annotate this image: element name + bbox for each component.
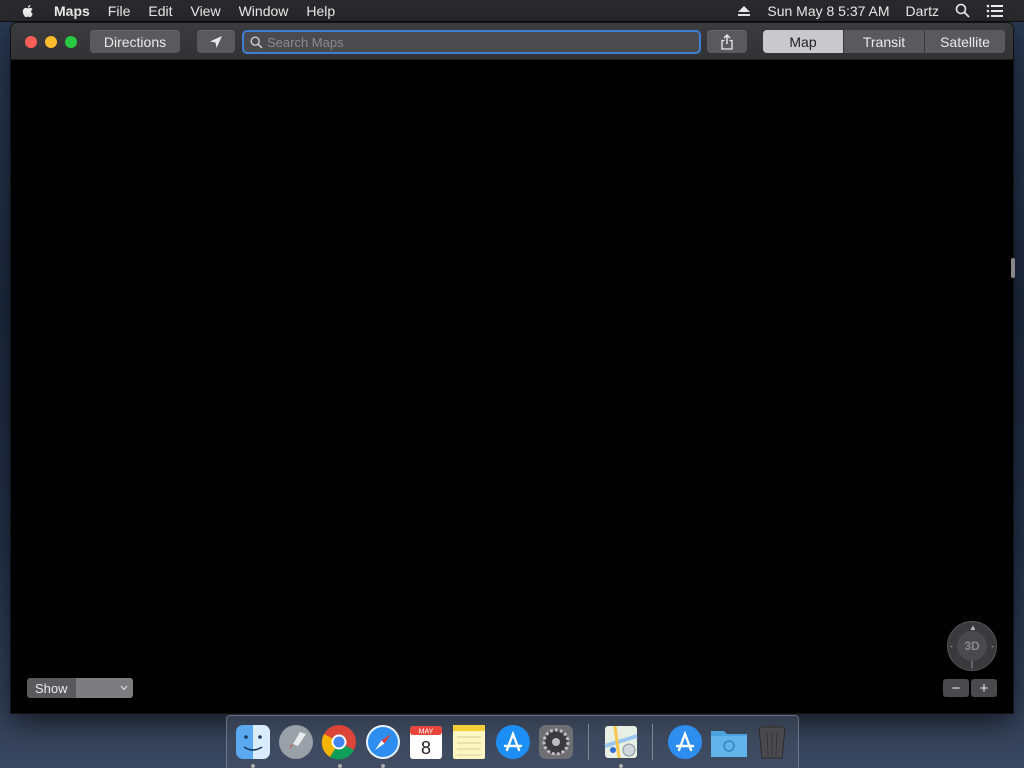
- location-arrow-icon: [210, 35, 222, 48]
- folder-icon: [710, 731, 747, 757]
- map-canvas[interactable]: Show ▲ | - - 3D − +: [11, 61, 1013, 713]
- dock-chrome[interactable]: [320, 722, 359, 768]
- menu-view[interactable]: View: [190, 3, 220, 19]
- running-indicator: [337, 764, 342, 768]
- search-icon: [250, 35, 263, 49]
- menu-edit[interactable]: Edit: [148, 3, 172, 19]
- dock-trash[interactable]: [753, 722, 792, 762]
- dock: MAY 8: [226, 715, 799, 768]
- search-field[interactable]: [242, 30, 701, 54]
- spotlight-search-icon[interactable]: [955, 3, 970, 18]
- running-indicator: [251, 764, 255, 768]
- show-label: Show: [27, 678, 76, 698]
- map-type-segmented-control: Map Transit Satellite: [763, 30, 1005, 53]
- map-type-map[interactable]: Map: [763, 30, 843, 53]
- show-control[interactable]: Show: [27, 678, 133, 698]
- compass-south-tick: |: [971, 660, 974, 669]
- close-window-button[interactable]: [25, 36, 37, 48]
- running-indicator: [381, 764, 386, 768]
- menu-app-maps[interactable]: Maps: [54, 3, 90, 19]
- maps-icon: [603, 725, 638, 759]
- finder-icon: [235, 725, 270, 759]
- app-store-download-icon: [667, 725, 702, 759]
- zoom-out-button[interactable]: −: [943, 679, 969, 697]
- compass-north-icon: ▲: [969, 623, 977, 632]
- minimize-window-button[interactable]: [45, 36, 57, 48]
- zoom-window-button[interactable]: [65, 36, 77, 48]
- window-toolbar: Directions Map Transit Satellite: [11, 23, 1013, 60]
- search-input[interactable]: [267, 34, 699, 50]
- menu-window[interactable]: Window: [239, 3, 289, 19]
- map-type-satellite[interactable]: Satellite: [924, 30, 1005, 53]
- trash-icon: [758, 725, 786, 759]
- window-resize-handle[interactable]: [1011, 258, 1015, 278]
- map-type-transit[interactable]: Transit: [843, 30, 924, 53]
- maps-window: Directions Map Transit Satellite: [11, 23, 1013, 713]
- notes-icon: [453, 725, 486, 759]
- dock-launchpad[interactable]: [276, 722, 315, 762]
- dock-system-preferences[interactable]: [537, 722, 576, 762]
- menu-file[interactable]: File: [108, 3, 131, 19]
- dock-maps[interactable]: [601, 722, 640, 768]
- zoom-control: − +: [943, 679, 997, 697]
- dock-separator: [587, 724, 589, 760]
- app-store-icon: [495, 725, 530, 759]
- 3d-button[interactable]: 3D: [957, 631, 987, 661]
- compass-west-tick: -: [950, 642, 953, 651]
- safari-icon: [365, 725, 400, 759]
- menubar-user[interactable]: Dartz: [906, 3, 939, 19]
- share-icon: [721, 33, 733, 50]
- apple-icon[interactable]: [20, 3, 36, 19]
- dock-downloads-folder[interactable]: [709, 722, 749, 762]
- running-indicator: [618, 764, 623, 768]
- share-button[interactable]: [707, 30, 747, 53]
- dock-app-store[interactable]: [493, 722, 532, 762]
- calendar-day: 8: [421, 738, 431, 758]
- dock-notes[interactable]: [450, 722, 489, 762]
- eject-icon[interactable]: [737, 5, 751, 17]
- menu-help[interactable]: Help: [306, 3, 335, 19]
- dock-separator: [652, 724, 654, 760]
- menu-bar: Maps File Edit View Window Help Sun May …: [0, 0, 1024, 22]
- launchpad-icon: [279, 725, 314, 759]
- menubar-clock[interactable]: Sun May 8 5:37 AM: [767, 3, 889, 19]
- dock-app-store-downloads[interactable]: [665, 722, 704, 762]
- dock-safari[interactable]: [363, 722, 402, 768]
- compass-east-tick: -: [991, 642, 994, 651]
- show-dropdown[interactable]: [75, 678, 133, 698]
- chrome-icon: [322, 725, 357, 760]
- current-location-button[interactable]: [197, 30, 235, 53]
- chevron-down-icon: [120, 685, 127, 691]
- compass-3d-control[interactable]: ▲ | - - 3D: [947, 621, 997, 671]
- dock-calendar[interactable]: MAY 8: [406, 722, 445, 762]
- dock-finder[interactable]: [233, 722, 272, 768]
- calendar-icon: MAY 8: [410, 726, 443, 759]
- zoom-in-button[interactable]: +: [971, 679, 997, 697]
- calendar-month: MAY: [419, 729, 434, 736]
- system-preferences-icon: [539, 725, 574, 759]
- notification-center-icon[interactable]: [986, 4, 1004, 18]
- directions-button[interactable]: Directions: [90, 30, 180, 53]
